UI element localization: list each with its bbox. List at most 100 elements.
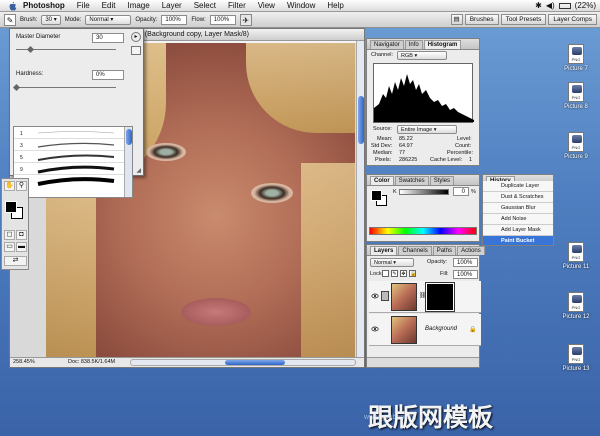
master-diameter-label: Master Diameter — [16, 34, 61, 40]
histogram-panel-tabs: Navigator Info Histogram — [367, 39, 479, 50]
apple-menu-icon[interactable] — [8, 1, 17, 11]
menu-edit[interactable]: Edit — [96, 1, 122, 10]
brush-preset-item[interactable]: 5 — [14, 151, 132, 163]
color-ramp-spectrum[interactable] — [369, 227, 477, 235]
save-brush-icon[interactable] — [131, 46, 141, 55]
layer-row-background[interactable]: Background 🔒 — [369, 314, 481, 346]
zoom-level[interactable]: 258.45% — [13, 358, 35, 367]
brush-preset-item[interactable]: 1 — [14, 127, 132, 139]
stat-stddev-value: 64.97 — [399, 143, 413, 149]
history-item[interactable]: Dust & Scratches — [483, 192, 553, 203]
channel-select[interactable]: RGB ▾ — [397, 51, 447, 60]
desktop-icon[interactable]: PNG Picture 7 — [556, 44, 596, 72]
fill-field[interactable]: 100% — [453, 270, 478, 279]
brush-preset-item[interactable]: 9 — [14, 163, 132, 175]
doc-size-info[interactable]: Doc: 838.5K/1.64M — [68, 358, 115, 367]
background-layer-name[interactable]: Background — [425, 326, 457, 332]
color-panel-fg-swatch[interactable] — [371, 190, 382, 201]
screen-mode-standard-icon[interactable]: ▭ — [4, 242, 15, 252]
tab-layer-comps[interactable]: Layer Comps — [548, 14, 597, 25]
menu-image[interactable]: Image — [121, 1, 155, 10]
menu-layer[interactable]: Layer — [156, 1, 188, 10]
layer-row-background-copy[interactable]: ⛓ — [369, 281, 481, 313]
volume-icon[interactable]: ◀) — [546, 1, 555, 10]
palette-well-icon[interactable]: ▤ — [450, 14, 463, 25]
opacity-field[interactable]: 100% — [161, 14, 188, 25]
bluetooth-icon[interactable]: ✱ — [535, 1, 542, 10]
layer-mask-thumbnail[interactable] — [425, 282, 455, 312]
tab-brushes[interactable]: Brushes — [464, 14, 499, 25]
brush-tool-icon[interactable]: ✎ — [4, 13, 16, 26]
tab-paths[interactable]: Paths — [432, 246, 457, 255]
foreground-color-swatch[interactable] — [5, 201, 17, 213]
desktop-icon[interactable]: PNG Picture 9 — [556, 132, 596, 160]
brush-preset-list[interactable]: 1 3 5 9 — [13, 126, 133, 198]
history-item[interactable]: Gaussian Blur — [483, 203, 553, 214]
lock-transparency-icon[interactable] — [382, 270, 389, 277]
brush-preset-item[interactable]: 3 — [14, 139, 132, 151]
visibility-eye-icon[interactable] — [371, 292, 379, 300]
standard-mode-icon[interactable]: ◻ — [4, 230, 15, 240]
channel-label: Channel: — [371, 52, 394, 58]
brush-list-scrollbar[interactable] — [124, 127, 132, 197]
history-item[interactable]: Add Noise — [483, 214, 553, 225]
jump-to-imageready-icon[interactable]: ⇄ — [4, 256, 27, 266]
lock-all-icon[interactable]: 🔒 — [409, 270, 416, 277]
menu-filter[interactable]: Filter — [222, 1, 252, 10]
layer-thumbnail[interactable] — [391, 283, 417, 311]
layer-thumbnail[interactable] — [391, 316, 417, 344]
visibility-eye-icon[interactable] — [371, 325, 379, 333]
hardness-slider[interactable] — [16, 87, 116, 88]
hardness-slider-thumb[interactable] — [12, 83, 21, 92]
tab-navigator[interactable]: Navigator — [370, 40, 404, 49]
layers-panel: Layers Channels Paths Actions Normal ▾ O… — [366, 244, 485, 368]
master-diameter-field[interactable]: 30 — [92, 33, 124, 43]
menu-window[interactable]: Window — [281, 1, 321, 10]
layer-opacity-field[interactable]: 100% — [453, 258, 478, 267]
color-value-field[interactable]: 0 — [453, 187, 469, 196]
brush-preset-picker[interactable]: 30 ▾ — [41, 14, 61, 25]
menu-file[interactable]: File — [71, 1, 96, 10]
tab-tool-presets[interactable]: Tool Presets — [500, 14, 547, 25]
tab-color[interactable]: Color — [370, 176, 394, 185]
hand-tool-icon[interactable]: ✋ — [4, 181, 15, 191]
tab-channels[interactable]: Channels — [398, 246, 432, 255]
menu-select[interactable]: Select — [188, 1, 222, 10]
blend-mode-select[interactable]: Normal ▾ — [370, 258, 414, 267]
menu-view[interactable]: View — [252, 1, 281, 10]
resize-grip-icon[interactable]: ◢ — [136, 167, 141, 174]
battery-icon[interactable] — [558, 2, 571, 9]
history-item[interactable]: Add Layer Mask — [483, 225, 553, 236]
tab-layers[interactable]: Layers — [370, 246, 398, 255]
zoom-tool-icon[interactable]: ⚲ — [16, 181, 27, 191]
brush-preset-item[interactable] — [14, 175, 132, 187]
quick-mask-icon[interactable]: ◘ — [16, 230, 27, 240]
tab-info[interactable]: Info — [404, 40, 423, 49]
history-item-selected[interactable]: Paint Bucket — [483, 236, 553, 245]
desktop-icon[interactable]: PNG Picture 11 — [556, 242, 596, 270]
menu-help[interactable]: Help — [321, 1, 349, 10]
desktop-icon[interactable]: PNG Picture 12 — [556, 292, 596, 320]
mode-select[interactable]: Normal ▾ — [85, 14, 132, 25]
color-slider-ramp[interactable] — [399, 189, 449, 195]
desktop-icon-label: Picture 9 — [564, 154, 588, 160]
brush-popup-menu-icon[interactable]: ▸ — [131, 32, 141, 42]
menu-app-name[interactable]: Photoshop — [17, 1, 71, 10]
tab-histogram[interactable]: Histogram — [423, 40, 462, 49]
hardness-field[interactable]: 0% — [92, 70, 124, 80]
tab-actions[interactable]: Actions — [457, 246, 485, 255]
master-diameter-slider-thumb[interactable] — [26, 45, 35, 54]
tab-swatches[interactable]: Swatches — [394, 176, 429, 185]
airbrush-icon[interactable]: ✈ — [239, 13, 252, 26]
desktop-icon[interactable]: PNG Picture 13 — [556, 344, 596, 372]
lock-position-icon[interactable]: ✥ — [400, 270, 407, 277]
flow-field[interactable]: 100% — [209, 14, 236, 25]
lock-image-icon[interactable]: ✎ — [391, 270, 398, 277]
source-select[interactable]: Entire Image ▾ — [397, 125, 457, 134]
horizontal-scrollbar[interactable] — [130, 359, 356, 366]
tab-styles[interactable]: Styles — [429, 176, 455, 185]
desktop-icon[interactable]: PNG Picture 8 — [556, 82, 596, 110]
vertical-scrollbar[interactable] — [356, 41, 364, 359]
history-item[interactable]: Duplicate Layer — [483, 181, 553, 192]
screen-mode-full-icon[interactable]: ▬ — [16, 242, 27, 252]
